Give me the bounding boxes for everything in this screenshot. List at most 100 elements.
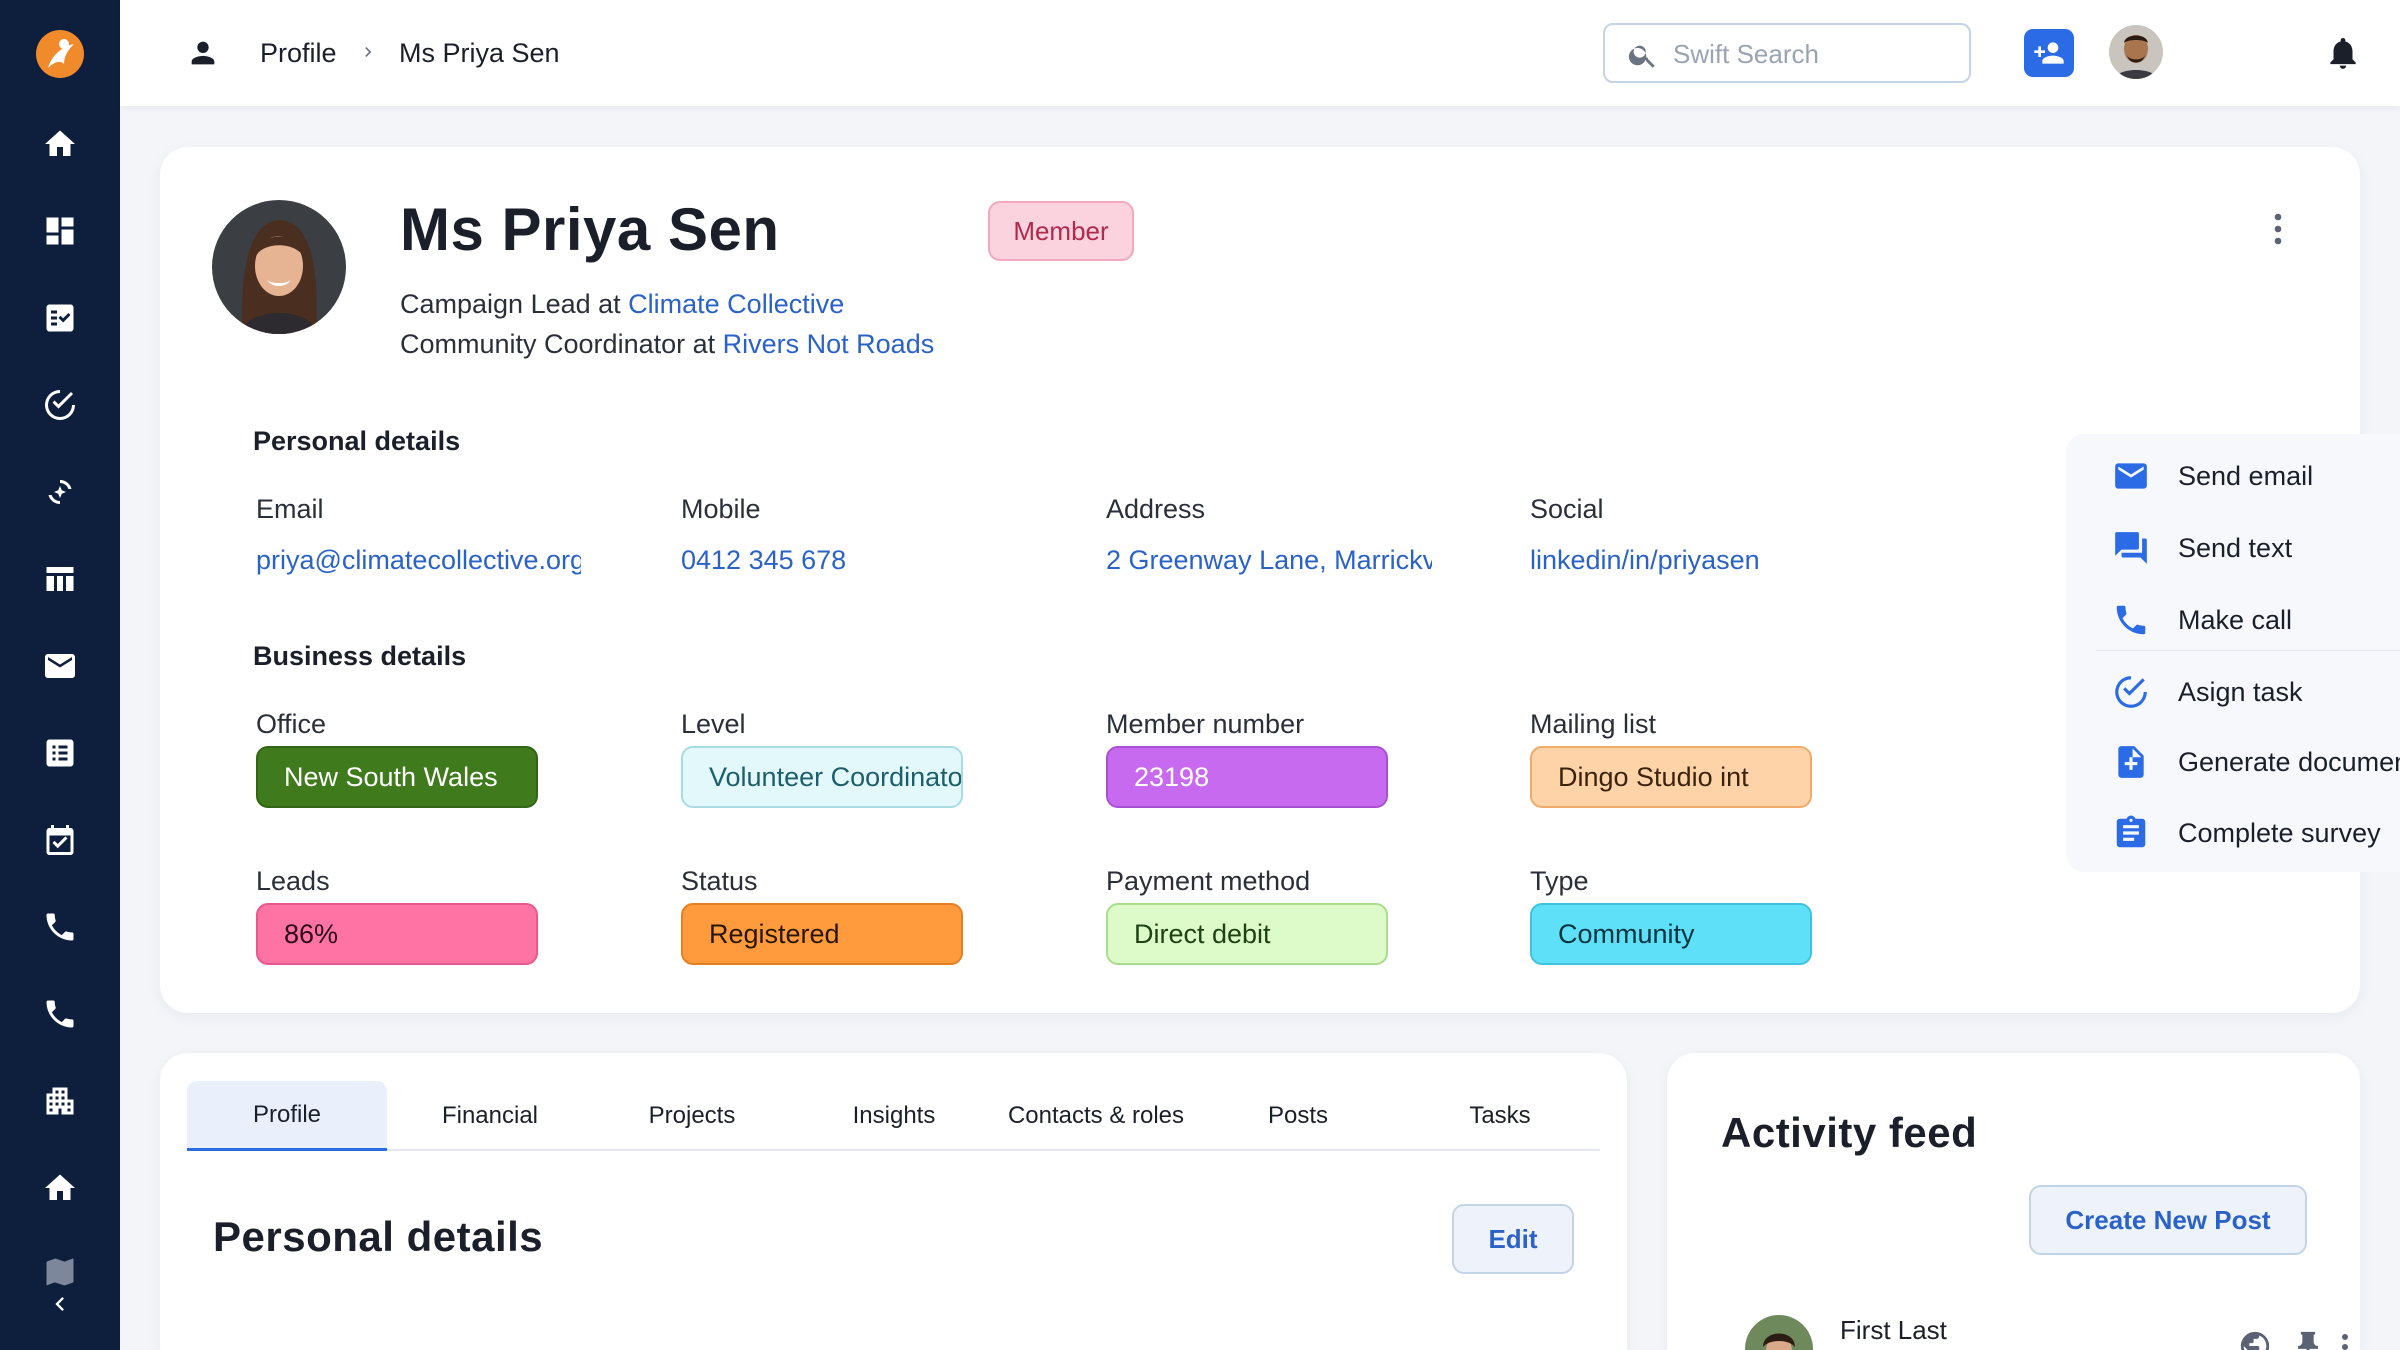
action-label: Complete survey [2178,817,2381,848]
breadcrumb-profile[interactable]: Profile [260,38,337,69]
tab-contacts-roles[interactable]: Contacts & roles [996,1081,1196,1151]
user-avatar[interactable] [2109,25,2163,79]
document-add-icon [2118,746,2144,778]
table-icon[interactable] [40,559,80,599]
action-label: Send text [2178,532,2293,563]
role-title: Community Coordinator at [400,329,723,359]
collapse-chevron-icon[interactable] [44,1288,76,1320]
organisation-link[interactable]: Climate Collective [628,289,844,319]
member-number-pill[interactable]: 23198 [1106,746,1388,808]
more-options-icon[interactable] [2268,211,2288,247]
organisation-link[interactable]: Rivers Not Roads [723,329,935,359]
level-pill[interactable]: Volunteer Coordinator [681,746,963,808]
mail-icon[interactable] [40,646,80,686]
add-user-icon [2034,42,2064,64]
profile-name: Ms Priya Sen [400,196,780,263]
mailing-list-pill[interactable]: Dingo Studio int [1530,746,1812,808]
chat-icon [2115,532,2147,564]
home-icon[interactable] [40,124,80,164]
checklist-icon[interactable] [40,298,80,338]
breadcrumb-current: Ms Priya Sen [399,38,560,68]
more-options-icon[interactable] [2335,1329,2355,1350]
send-text-action[interactable]: Send text [2086,518,2400,578]
type-pill[interactable]: Community [1530,903,1812,965]
leads-label: Leads [256,866,330,896]
divider [2096,650,2400,651]
email-link[interactable]: priya@climatecollective.org [256,545,581,576]
role-title: Campaign Lead at [400,289,629,319]
profile-avatar [212,200,346,334]
membership-badge: Member [988,201,1134,261]
tab-insights[interactable]: Insights [794,1081,994,1151]
dashboard-icon[interactable] [40,211,80,251]
edit-button[interactable]: Edit [1452,1204,1574,1274]
section-title: Personal details [213,1213,544,1260]
tab-profile[interactable]: Profile [187,1081,387,1151]
chevron-right-icon [365,47,372,57]
profile-card: Ms Priya Sen Member Campaign Lead at Cli… [160,147,2400,1013]
clipboard-icon [2116,815,2146,848]
address-label: Address [1106,494,1206,524]
sparkle-sync-icon[interactable] [40,472,80,512]
search-icon [1628,45,1655,68]
payment-method-label: Payment method [1106,866,1311,896]
create-new-post-button[interactable]: Create New Post [2029,1185,2307,1255]
activity-feed-title: Activity feed [1721,1109,1978,1156]
type-label: Type [1530,866,1589,896]
tab-posts[interactable]: Posts [1198,1081,1398,1151]
role-line: Community Coordinator at Rivers Not Road… [400,329,934,360]
role-line: Campaign Lead at Climate Collective [400,289,844,320]
business-details-heading: Business details [253,641,467,671]
make-call-action[interactable]: Make call [2086,590,2400,650]
social-label: Social [1530,494,1604,524]
quick-actions-panel: Send email Send text Make call Asign tas… [2066,434,2400,872]
email-label: Email [256,494,324,524]
search-box[interactable] [1603,23,1971,83]
globe-icon [2240,1331,2270,1350]
mobile-link[interactable]: 0412 345 678 [681,545,1006,576]
map-icon[interactable] [40,1252,80,1292]
pin-icon[interactable] [2291,1329,2325,1350]
post-author-name: First Last [1840,1315,1947,1345]
check-circle-icon[interactable] [40,385,80,425]
list-icon[interactable] [40,733,80,773]
payment-method-pill[interactable]: Direct debit [1106,903,1388,965]
building-icon[interactable] [40,1081,80,1121]
phone-icon[interactable] [40,907,80,947]
status-label: Status [681,866,758,896]
home-icon[interactable] [40,1168,80,1208]
member-number-label: Member number [1106,709,1305,739]
tab-bar: Profile Financial Projects Insights Cont… [187,1081,1600,1151]
generate-document-action[interactable]: Generate document [2086,732,2400,792]
assign-task-action[interactable]: Asign task [2086,662,2400,722]
action-label: Send email [2178,460,2314,491]
send-email-action[interactable]: Send email [2086,446,2400,506]
office-pill[interactable]: New South Wales [256,746,538,808]
sidebar [0,0,120,1350]
app-logo[interactable] [34,24,86,84]
social-link[interactable]: linkedin/in/priyasen [1530,545,1856,576]
phone-icon[interactable] [40,994,80,1034]
activity-feed-card: Activity feed Create New Post First Last [1667,1053,2360,1350]
address-link[interactable]: 2 Greenway Lane, Marrickville [1106,545,1432,576]
level-label: Level [681,709,746,739]
phone-icon [2116,605,2146,635]
search-input[interactable] [1673,35,1953,73]
post-author-avatar [1745,1315,1813,1350]
add-contact-button[interactable] [2024,29,2074,77]
action-label: Asign task [2178,676,2303,707]
tab-projects[interactable]: Projects [592,1081,792,1151]
calendar-check-icon[interactable] [40,820,80,860]
tab-financial[interactable]: Financial [390,1081,590,1151]
complete-survey-action[interactable]: Complete survey [2086,803,2400,863]
tab-tasks[interactable]: Tasks [1400,1081,1600,1151]
check-circle-icon [2115,676,2147,708]
action-label: Generate document [2178,746,2400,777]
top-bar: Profile Ms Priya Sen [120,0,2400,106]
notifications-bell-icon[interactable] [2324,34,2362,72]
mail-icon [2115,463,2147,489]
mobile-label: Mobile [681,494,761,524]
leads-pill[interactable]: 86% [256,903,538,965]
office-label: Office [256,709,327,739]
status-pill[interactable]: Registered [681,903,963,965]
